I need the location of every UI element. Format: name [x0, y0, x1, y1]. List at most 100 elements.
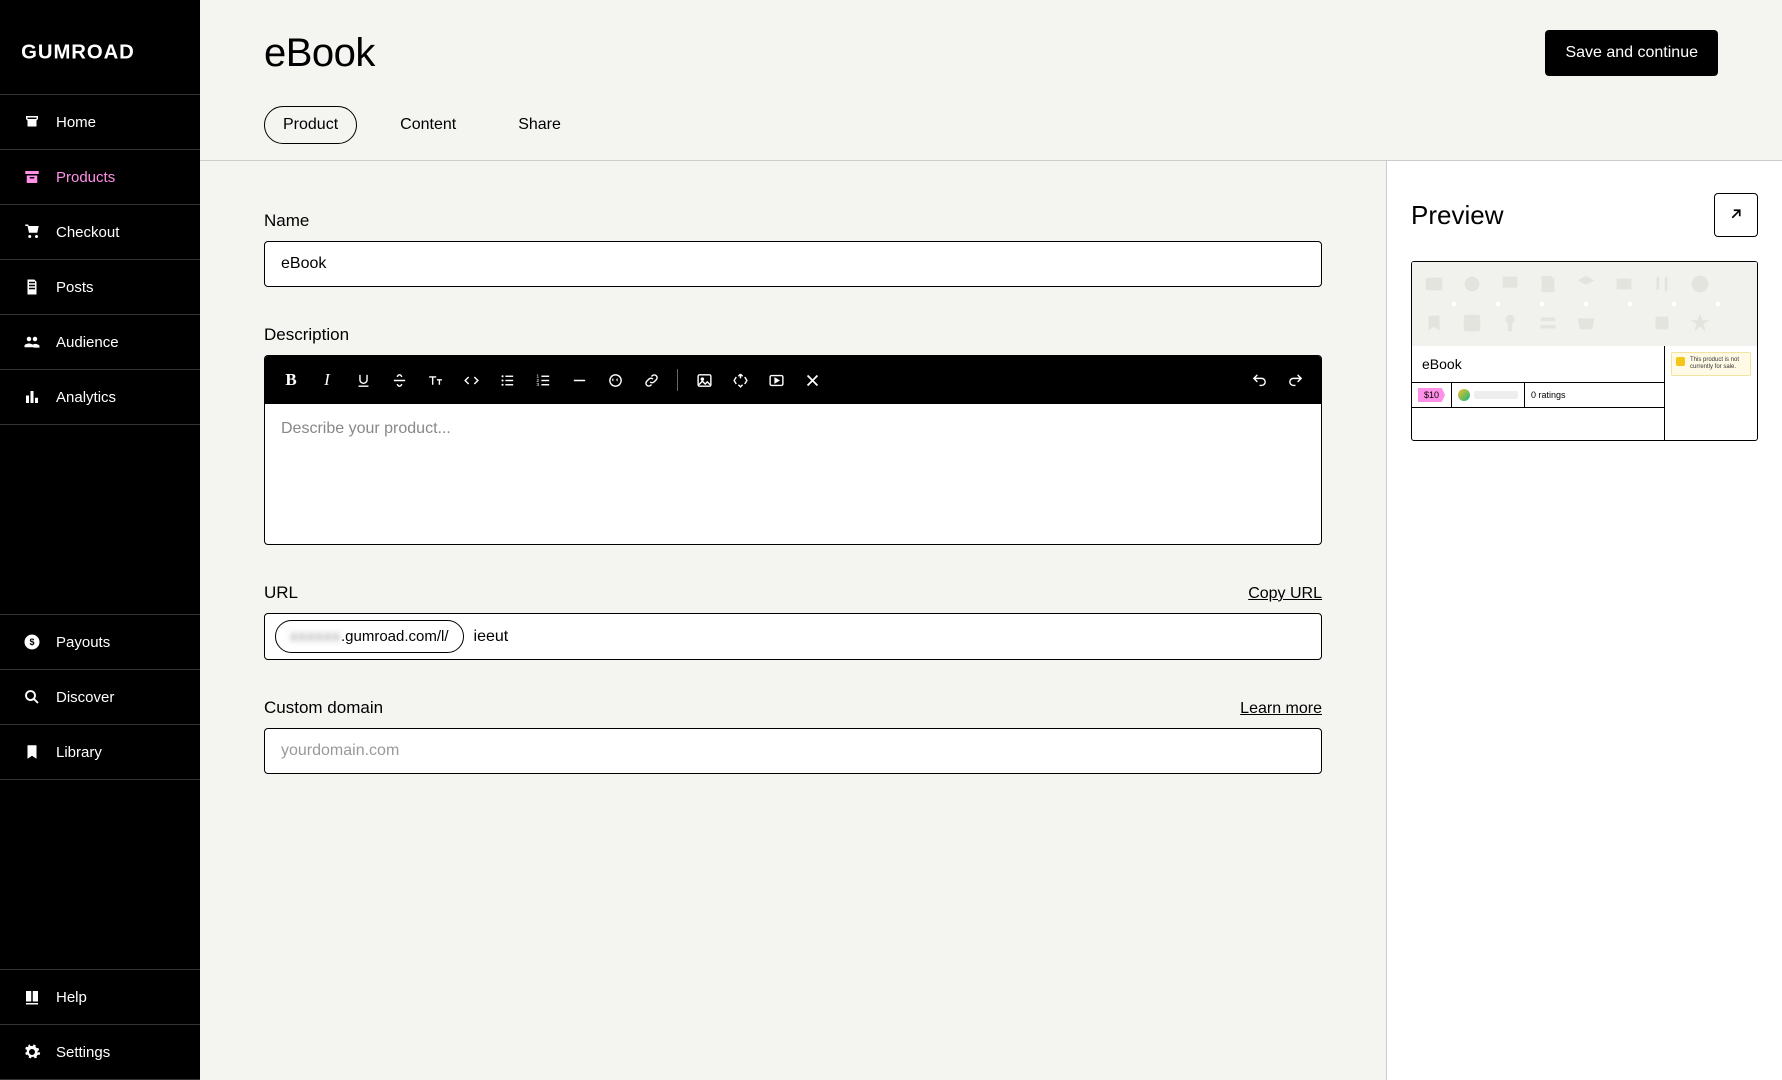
strikethrough-icon[interactable]	[383, 366, 415, 394]
dollar-icon: $	[22, 632, 42, 652]
document-icon	[22, 277, 42, 297]
sidebar-item-home[interactable]: Home	[0, 95, 200, 150]
placeholder-icon	[1648, 270, 1676, 298]
tab-product[interactable]: Product	[264, 106, 357, 144]
sidebar-item-payouts[interactable]: $ Payouts	[0, 615, 200, 670]
video-icon[interactable]	[760, 366, 792, 394]
sidebar-item-discover[interactable]: Discover	[0, 670, 200, 725]
horizontal-rule-icon[interactable]	[563, 366, 595, 394]
tab-share[interactable]: Share	[499, 106, 580, 144]
placeholder-icon	[1572, 270, 1600, 298]
italic-icon[interactable]: I	[311, 366, 343, 394]
archive-icon	[22, 167, 42, 187]
undo-icon[interactable]	[1243, 366, 1275, 394]
avatar-icon	[1458, 389, 1470, 401]
preview-ratings-cell: 0 ratings	[1525, 383, 1664, 407]
underline-icon[interactable]	[347, 366, 379, 394]
sidebar-item-help[interactable]: Help	[0, 970, 200, 1025]
svg-text:3: 3	[536, 382, 539, 388]
name-input[interactable]	[264, 241, 1322, 287]
text-size-icon[interactable]	[419, 366, 451, 394]
placeholder-icon	[1496, 270, 1524, 298]
page-title: eBook	[264, 31, 375, 76]
placeholder-icon	[1534, 309, 1562, 337]
bookmark-icon	[22, 742, 42, 762]
learn-more-link[interactable]: Learn more	[1240, 700, 1322, 718]
placeholder-icon	[1610, 309, 1638, 337]
nav-label: Posts	[56, 279, 94, 296]
nav-label: Discover	[56, 689, 114, 706]
custom-domain-input[interactable]	[264, 728, 1322, 774]
sidebar-item-checkout[interactable]: Checkout	[0, 205, 200, 260]
field-custom-domain: Custom domain Learn more	[264, 698, 1322, 774]
sidebar-item-library[interactable]: Library	[0, 725, 200, 780]
placeholder-icon	[1610, 270, 1638, 298]
placeholder-icon	[1534, 270, 1562, 298]
external-link-icon	[1727, 205, 1745, 226]
field-name: Name	[264, 211, 1322, 287]
image-icon[interactable]	[688, 366, 720, 394]
description-label: Description	[264, 325, 349, 345]
placeholder-icon	[1420, 309, 1448, 337]
name-label: Name	[264, 211, 309, 231]
sidebar-item-audience[interactable]: Audience	[0, 315, 200, 370]
chart-icon	[22, 387, 42, 407]
custom-domain-label: Custom domain	[264, 698, 383, 718]
link-icon[interactable]	[635, 366, 667, 394]
brand-logo[interactable]: GUMROAD	[0, 0, 200, 95]
redo-icon[interactable]	[1279, 366, 1311, 394]
description-textarea[interactable]: Describe your product...	[265, 404, 1321, 544]
url-prefix-visible: .gumroad.com/l/	[341, 628, 449, 645]
tab-content[interactable]: Content	[381, 106, 475, 144]
shop-icon	[22, 112, 42, 132]
preview-price-cell: $10	[1412, 383, 1452, 407]
tabs: Product Content Share	[264, 106, 1718, 160]
twitter-x-icon[interactable]	[796, 366, 828, 394]
placeholder-icon	[1458, 309, 1486, 337]
bullet-list-icon[interactable]	[491, 366, 523, 394]
url-input-wrapper: xxxxxx.gumroad.com/l/	[264, 613, 1322, 660]
save-and-continue-button[interactable]: Save and continue	[1545, 30, 1718, 76]
main: eBook Save and continue Product Content …	[200, 0, 1782, 1080]
nav-label: Analytics	[56, 389, 116, 406]
preview-description-area	[1412, 408, 1664, 440]
toolbar-separator	[677, 369, 678, 391]
sidebar-item-settings[interactable]: Settings	[0, 1025, 200, 1080]
preview-author-cell	[1452, 383, 1525, 407]
nav-label: Checkout	[56, 224, 119, 241]
embed-icon[interactable]	[724, 366, 756, 394]
quote-icon[interactable]	[599, 366, 631, 394]
preview-cover-placeholder	[1412, 262, 1757, 346]
ordered-list-icon[interactable]: 123	[527, 366, 559, 394]
code-icon[interactable]	[455, 366, 487, 394]
sidebar-item-posts[interactable]: Posts	[0, 260, 200, 315]
copy-url-link[interactable]: Copy URL	[1248, 585, 1322, 603]
placeholder-icon	[1458, 270, 1486, 298]
nav-label: Audience	[56, 334, 119, 351]
nav-label: Home	[56, 114, 96, 131]
author-name-placeholder	[1474, 391, 1518, 399]
placeholder-icon	[1496, 309, 1524, 337]
nav-divider	[0, 780, 200, 970]
url-prefix-hidden: xxxxxx	[290, 628, 341, 645]
url-prefix-chip: xxxxxx.gumroad.com/l/	[275, 620, 464, 653]
sidebar-item-products[interactable]: Products	[0, 150, 200, 205]
preview-product-name: eBook	[1412, 346, 1664, 383]
nav-label: Payouts	[56, 634, 110, 651]
preview-pane: Preview	[1387, 161, 1782, 1080]
bold-icon[interactable]: B	[275, 366, 307, 394]
book-icon	[22, 987, 42, 1007]
gear-icon	[22, 1042, 42, 1062]
placeholder-icon	[1572, 309, 1600, 337]
preview-price: $10	[1418, 388, 1445, 402]
preview-card: eBook $10 0 ratings	[1411, 261, 1758, 441]
open-preview-button[interactable]	[1714, 193, 1758, 237]
nav-label: Settings	[56, 1044, 110, 1061]
rich-text-editor: B I 123	[264, 355, 1322, 545]
nav-label: Help	[56, 989, 87, 1006]
url-slug-input[interactable]	[474, 628, 1311, 646]
sidebar: GUMROAD Home Products Checkout Posts Aud…	[0, 0, 200, 1080]
sidebar-item-analytics[interactable]: Analytics	[0, 370, 200, 425]
field-description: Description B I 123	[264, 325, 1322, 545]
placeholder-icon	[1420, 270, 1448, 298]
